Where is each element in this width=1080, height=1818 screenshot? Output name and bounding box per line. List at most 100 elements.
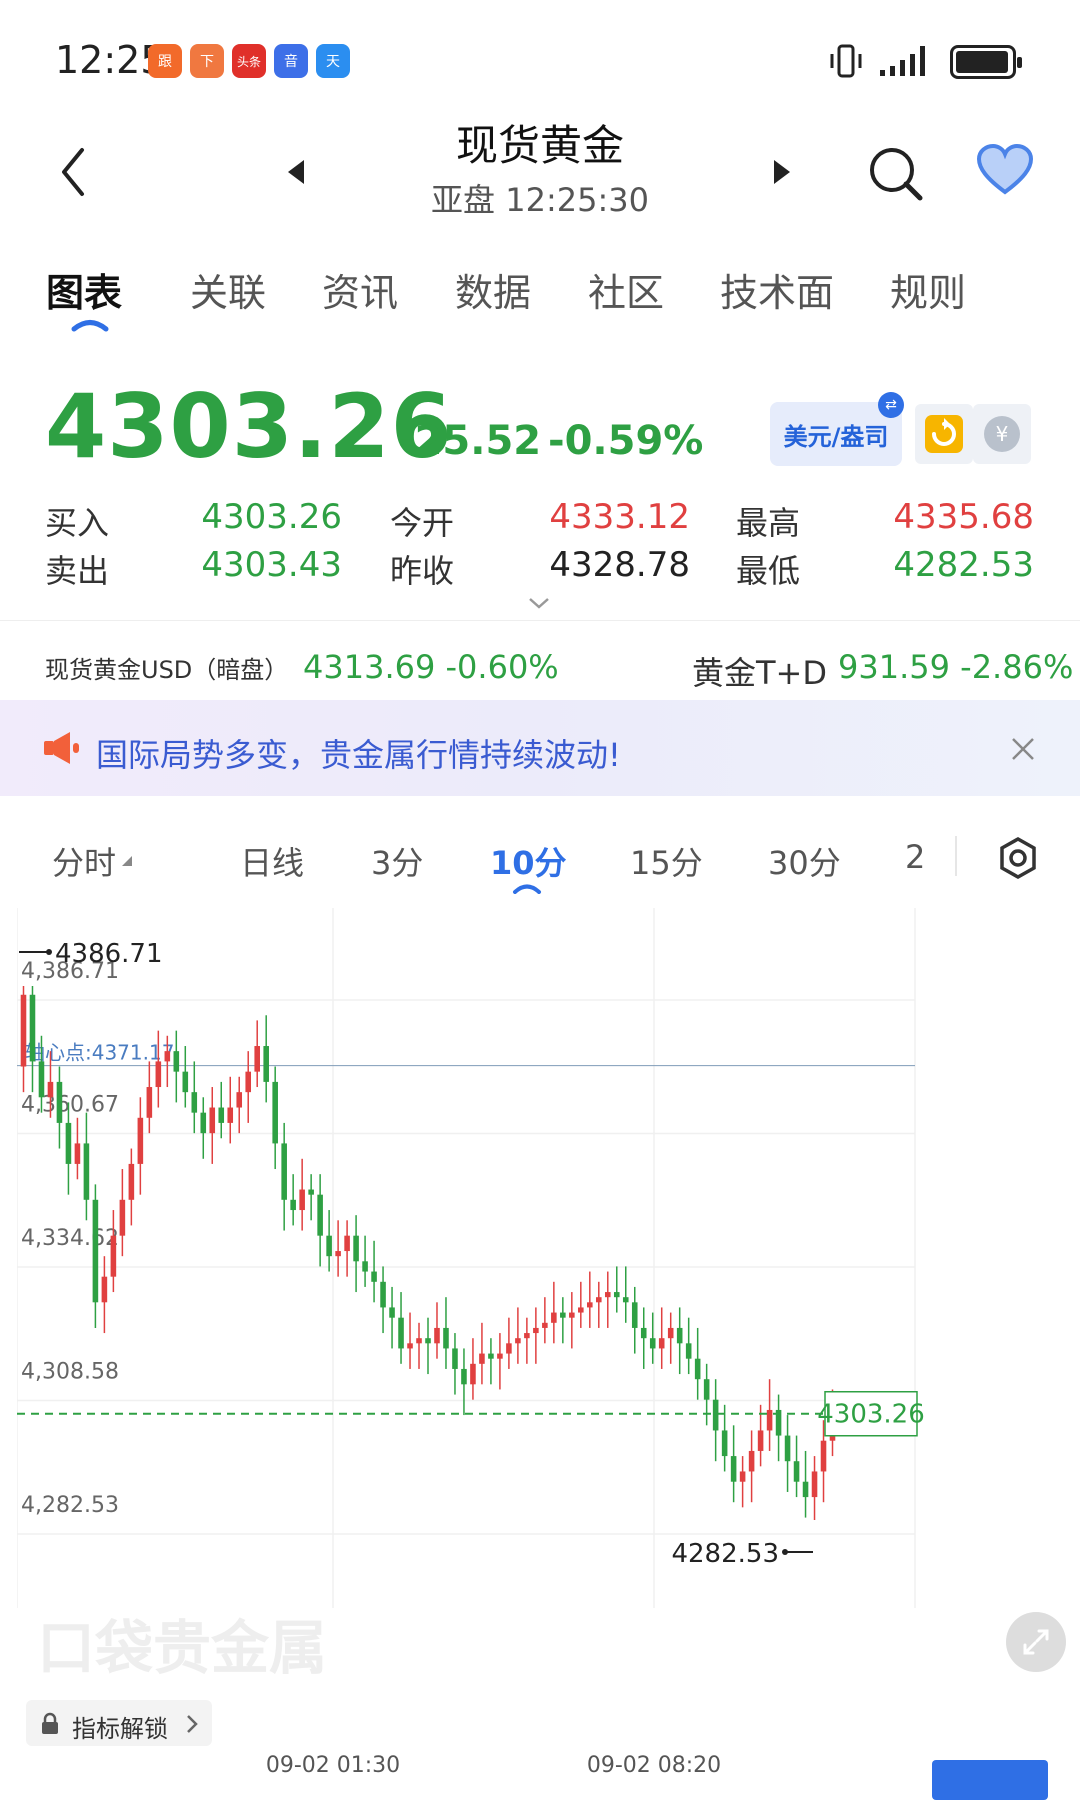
tab-data[interactable]: 数据	[455, 262, 531, 317]
swap-icon[interactable]: ⇄	[878, 392, 904, 418]
dropdown-icon	[122, 856, 132, 866]
home-indicator	[932, 1760, 1048, 1800]
y-axis-label: 4,282.53	[21, 1493, 119, 1518]
low-marker-label: 4282.53	[671, 1539, 779, 1569]
watermark: 口袋贵金属	[37, 1614, 327, 1682]
prev-close-value: 4328.78	[549, 545, 690, 585]
tab-related[interactable]: 关联	[190, 262, 266, 317]
ask-value: 4303.43	[201, 545, 342, 585]
last-price-label: 4303.26	[817, 1400, 925, 1430]
candle-body	[542, 1322, 548, 1328]
svg-text:¥: ¥	[996, 422, 1009, 446]
candle-body	[569, 1312, 575, 1318]
tab-news[interactable]: 资讯	[322, 262, 398, 317]
candle-body	[416, 1338, 422, 1344]
period-tab-daily[interactable]: 日线	[240, 838, 304, 884]
candle-body	[802, 1481, 809, 1498]
favorite-icon[interactable]	[976, 144, 1034, 196]
current-price: 4303.26	[45, 375, 453, 478]
candle-body	[380, 1281, 386, 1308]
candlestick-chart[interactable]: 4,386.714,360.674,334.624,308.584,282.53…	[17, 908, 1061, 1788]
candle-body	[631, 1302, 638, 1328]
ticker-name-spot[interactable]: 现货黄金USD（暗盘）	[45, 650, 288, 685]
period-tab-3min[interactable]: 3分	[371, 838, 423, 884]
candle-body	[218, 1107, 225, 1123]
candle-body	[398, 1317, 404, 1349]
tab-technical[interactable]: 技术面	[720, 262, 834, 317]
ask-label: 卖出	[45, 552, 110, 590]
tab-community[interactable]: 社区	[588, 262, 664, 317]
ticker-name-td[interactable]: 黄金T+D	[692, 648, 827, 694]
candle-body	[784, 1435, 791, 1462]
candle-body	[443, 1327, 449, 1349]
candle-body	[712, 1399, 719, 1431]
candle-body	[308, 1189, 314, 1195]
candle-body	[524, 1333, 530, 1339]
candle-body	[110, 1235, 117, 1277]
candle-body	[344, 1235, 350, 1252]
candle-body	[263, 1046, 269, 1082]
unlock-label: 指标解锁	[72, 1715, 168, 1743]
candle-body	[497, 1353, 503, 1359]
pivot-label: 轴心点:4371.17	[25, 1041, 174, 1065]
ticker-value-td[interactable]: 931.59 -2.86%	[838, 648, 1073, 686]
candle-body	[146, 1087, 153, 1118]
candle-body	[101, 1276, 108, 1303]
period-tab-30min[interactable]: 30分	[768, 838, 841, 884]
candle-body	[29, 994, 36, 1062]
candle-body	[254, 1046, 260, 1072]
period-tab-timeshare[interactable]: 分时	[52, 838, 116, 884]
candle-body	[461, 1368, 467, 1385]
candle-body	[182, 1071, 189, 1093]
refresh-icon	[925, 415, 963, 453]
expand-chevron-icon[interactable]	[527, 596, 551, 610]
open-label: 今开	[390, 504, 455, 542]
next-icon[interactable]	[772, 158, 792, 186]
tab-chart[interactable]: 图表	[46, 262, 122, 317]
candle-body	[47, 1081, 54, 1098]
candle-body	[137, 1117, 144, 1164]
high-label: 最高	[736, 504, 801, 542]
candle-body	[128, 1163, 135, 1200]
candle-body	[353, 1235, 359, 1262]
vibrate-icon	[830, 44, 862, 78]
candle-body	[613, 1292, 620, 1298]
candle-body	[488, 1353, 494, 1359]
candle-body	[515, 1338, 521, 1344]
candle-body	[65, 1122, 72, 1164]
candle-body	[281, 1143, 287, 1200]
candle-body	[335, 1251, 341, 1257]
fullscreen-button[interactable]	[1006, 1612, 1066, 1672]
price-change: -25.52	[398, 418, 542, 464]
lock-icon	[42, 1712, 58, 1734]
candle-body	[299, 1189, 305, 1211]
candle-body	[596, 1297, 602, 1303]
candle-body	[622, 1297, 629, 1303]
bid-label: 买入	[45, 504, 110, 542]
candle-body	[434, 1327, 440, 1344]
tab-rules[interactable]: 规则	[890, 262, 966, 317]
candle-body	[20, 994, 27, 1067]
candle-body	[92, 1199, 99, 1303]
currency-button[interactable]: ¥	[973, 404, 1031, 464]
candle-body	[640, 1327, 647, 1339]
y-axis-label: 4,360.67	[21, 1093, 119, 1118]
candle-body	[245, 1071, 252, 1093]
ticker-value-spot[interactable]: 4313.69 -0.60%	[303, 648, 559, 686]
period-tab-more[interactable]: 2	[905, 838, 925, 876]
app-icon-3: 头条	[232, 44, 266, 78]
settings-icon[interactable]	[996, 836, 1040, 880]
close-icon[interactable]	[1010, 736, 1036, 762]
x-axis-label: 09-02 08:20	[587, 1753, 721, 1778]
search-icon[interactable]	[868, 146, 924, 202]
period-tab-15min[interactable]: 15分	[630, 838, 703, 884]
period-tab-indicator	[513, 884, 541, 894]
refresh-button[interactable]	[915, 404, 973, 464]
period-tab-10min[interactable]: 10分	[490, 838, 567, 884]
notice-text: 国际局势多变，贵金属行情持续波动!	[96, 736, 621, 774]
candle-body	[173, 1051, 180, 1072]
candle-body	[730, 1456, 737, 1482]
candle-body	[326, 1235, 332, 1257]
candle-body	[578, 1307, 584, 1313]
app-icon-5: 天	[316, 44, 350, 78]
